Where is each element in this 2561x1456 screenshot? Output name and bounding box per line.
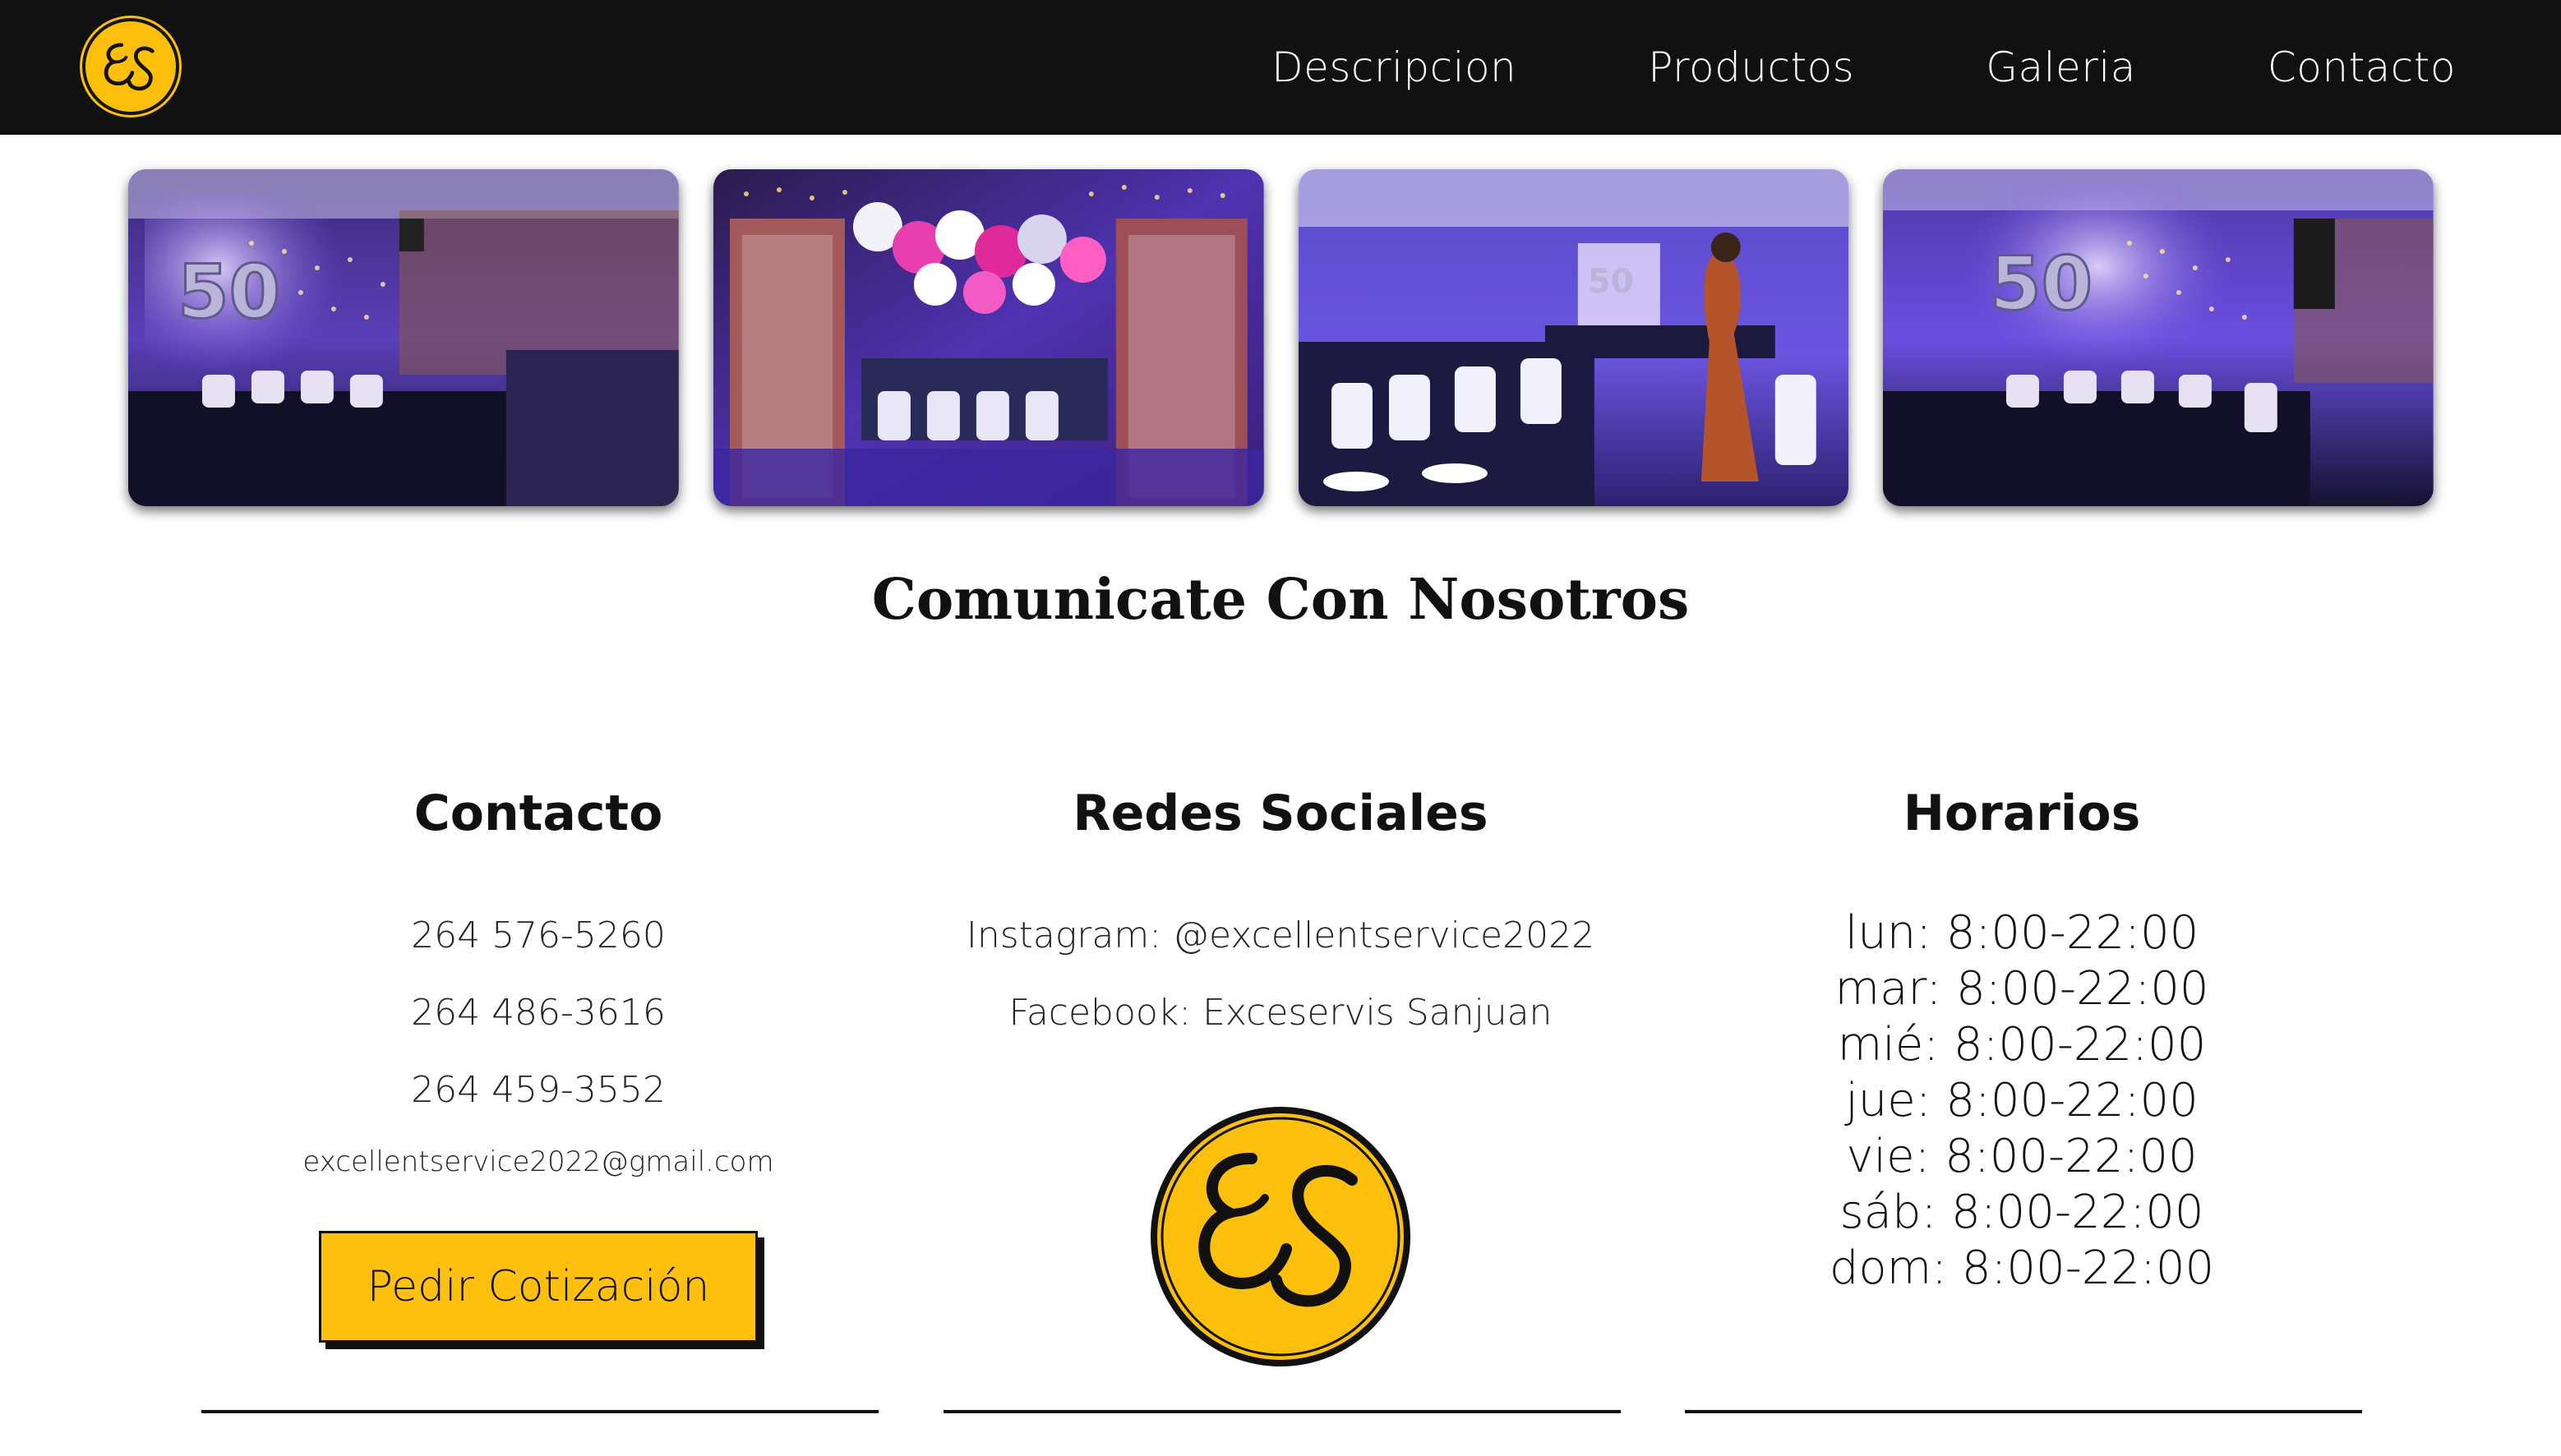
contact-column: Contacto 264 576-5260 264 486-3616 264 4… (201, 772, 875, 1343)
divider (1685, 1410, 2362, 1413)
gallery-photo[interactable] (713, 169, 1264, 506)
dining-hall-photo: 50 (1298, 169, 1849, 506)
hours-wednesday: mié: 8:00-22:00 (1837, 1018, 2207, 1071)
divider (944, 1410, 1621, 1413)
hours-tuesday: mar: 8:00-22:00 (1834, 962, 2209, 1016)
social-column: Redes Sociales Instagram: @excellentserv… (944, 772, 1617, 1372)
instagram-link[interactable]: Instagram: @excellentservice2022 (944, 897, 1617, 975)
brand-logo-large (1145, 1101, 1416, 1372)
nav-link-galeria[interactable]: Galeria (1986, 44, 2136, 91)
contact-heading: Contacto (413, 785, 663, 842)
party-venue-photo: 50 (128, 169, 679, 506)
phone-number[interactable]: 264 459-3552 (201, 1052, 875, 1129)
photo-gallery: 50 50 50 (128, 169, 2434, 506)
email-address[interactable]: excellentservice2022@gmail.com (201, 1129, 875, 1195)
party-venue-photo: 50 (1883, 169, 2434, 506)
svg-text:50: 50 (1587, 263, 1633, 301)
navbar: Descripcion Productos Galeria Contacto (0, 0, 2561, 135)
main-nav: Descripcion Productos Galeria Contacto (1271, 0, 2456, 135)
svg-text:50: 50 (1990, 241, 2093, 327)
section-title: Comunicate Con Nosotros (871, 567, 1690, 633)
hours-heading: Horarios (1903, 785, 2141, 842)
social-heading: Redes Sociales (1073, 785, 1488, 842)
social-list: Instagram: @excellentservice2022 Faceboo… (944, 897, 1617, 1052)
es-monogram-icon (1151, 1107, 1410, 1366)
phone-number[interactable]: 264 486-3616 (201, 975, 875, 1052)
contact-list: 264 576-5260 264 486-3616 264 459-3552 e… (201, 897, 875, 1195)
gallery-photo[interactable]: 50 (1883, 169, 2434, 506)
hours-sunday: dom: 8:00-22:00 (1829, 1242, 2215, 1295)
facebook-link[interactable]: Facebook: Exceservis Sanjuan (944, 975, 1617, 1052)
hours-list: lun: 8:00-22:00 mar: 8:00-22:00 mié: 8:0… (1685, 905, 2359, 1297)
hours-thursday: jue: 8:00-22:00 (1845, 1074, 2199, 1127)
phone-number[interactable]: 264 576-5260 (201, 897, 875, 975)
hours-column: Horarios lun: 8:00-22:00 mar: 8:00-22:00… (1685, 772, 2359, 1297)
nav-link-descripcion[interactable]: Descripcion (1271, 44, 1516, 91)
es-monogram-icon (104, 43, 155, 91)
nav-link-productos[interactable]: Productos (1648, 44, 1854, 91)
nav-link-contacto[interactable]: Contacto (2268, 44, 2456, 91)
hours-monday: lun: 8:00-22:00 (1844, 906, 2199, 960)
hours-friday: vie: 8:00-22:00 (1846, 1130, 2198, 1183)
divider (201, 1410, 879, 1413)
gallery-photo[interactable]: 50 (1298, 169, 1849, 506)
hours-saturday: sáb: 8:00-22:00 (1839, 1186, 2204, 1239)
brand-logo[interactable] (82, 18, 179, 115)
gallery-photo[interactable]: 50 (128, 169, 679, 506)
request-quote-button[interactable]: Pedir Cotización (319, 1231, 758, 1343)
balloon-doorway-photo (713, 169, 1264, 506)
svg-text:50: 50 (178, 249, 280, 335)
